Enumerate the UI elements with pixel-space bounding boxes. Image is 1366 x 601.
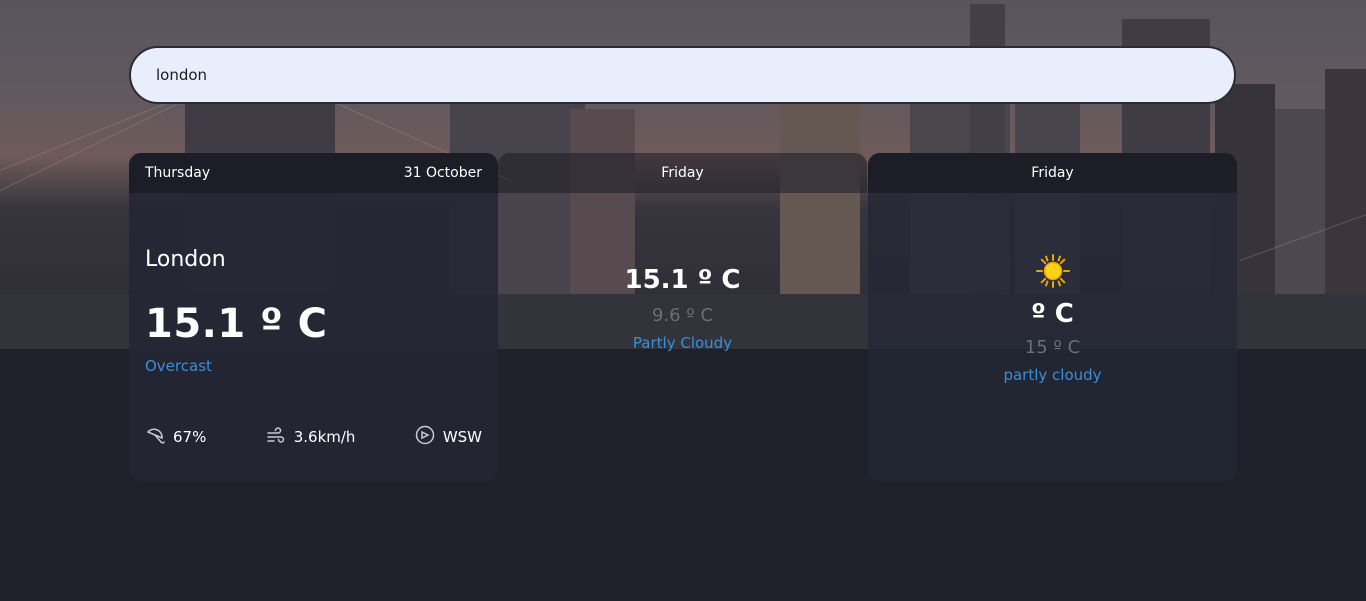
today-day: Thursday xyxy=(145,165,211,181)
today-condition[interactable]: Overcast xyxy=(145,357,212,375)
forecast-card: Friday º C 15 º C partly cloudy xyxy=(868,153,1237,481)
forecast-min-temperature: 15 º C xyxy=(1024,337,1081,358)
forecast-min-temperature: 9.6 º C xyxy=(651,305,714,326)
forecast-day: Friday xyxy=(868,153,1237,193)
weather-stats: 67% 3.6km/h WSW xyxy=(145,425,482,449)
today-card: Thursday 31 October London 15.1 º C Over… xyxy=(129,153,498,481)
search-input[interactable] xyxy=(129,46,1236,104)
wind-speed-value: 3.6km/h xyxy=(293,428,356,446)
forecast-max-temperature: 15.1 º C xyxy=(624,265,741,295)
wind-icon xyxy=(266,425,286,449)
current-temperature: 15.1 º C xyxy=(145,301,328,347)
forecast-condition[interactable]: Partly Cloudy xyxy=(498,334,867,352)
compass-icon xyxy=(415,425,435,449)
forecast-card: Friday 15.1 º C 9.6 º C Partly Cloudy xyxy=(498,153,867,481)
city-name: London xyxy=(145,247,226,272)
humidity-value: 67% xyxy=(173,428,207,446)
today-date: 31 October xyxy=(403,165,482,181)
wind-direction-stat: WSW xyxy=(415,425,482,449)
forecast-day: Friday xyxy=(498,153,867,193)
sun-icon xyxy=(1035,253,1071,289)
forecast-max-temperature: º C xyxy=(1031,299,1074,329)
today-card-header: Thursday 31 October xyxy=(129,153,498,193)
wind-direction-value: WSW xyxy=(442,428,482,446)
forecast-condition[interactable]: partly cloudy xyxy=(868,366,1237,384)
umbrella-icon xyxy=(145,425,165,449)
wind-speed-stat: 3.6km/h xyxy=(266,425,356,449)
humidity-stat: 67% xyxy=(145,425,206,449)
